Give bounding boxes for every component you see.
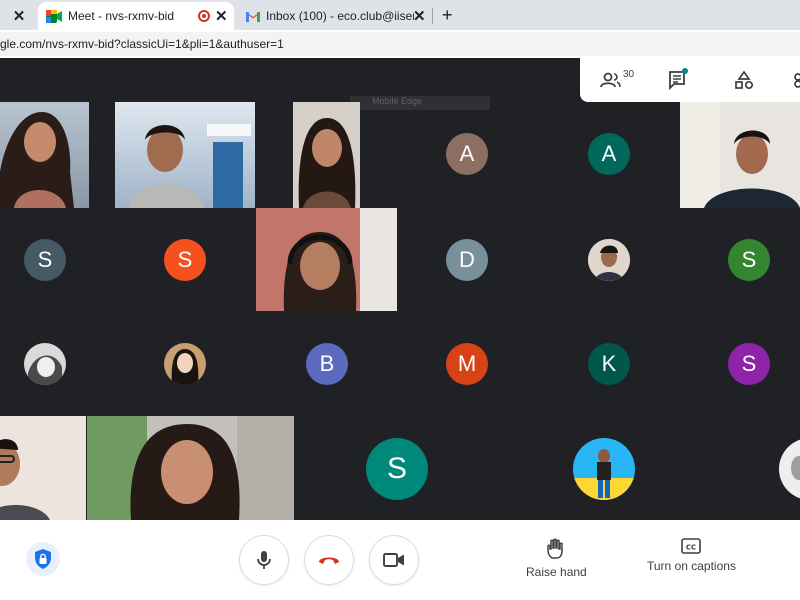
captions-label: Turn on captions [647,559,736,573]
person-video-feed [0,112,74,208]
activities-button[interactable] [734,68,754,92]
new-tab-button[interactable]: + [442,5,453,26]
avatar-initial: S [386,452,407,485]
raise-hand-button[interactable]: Raise hand [526,538,587,579]
participant-avatar[interactable]: B [306,343,348,385]
person-video-feed [680,102,800,208]
gmail-icon [246,11,260,22]
tab-previous[interactable]: ✕ [0,2,38,30]
participant-avatar[interactable]: D [446,239,488,281]
avatar-initial: A [601,141,617,166]
avatar-initial: S [37,247,53,272]
close-tab-icon[interactable]: ✕ [413,7,426,25]
participant-photo-avatar[interactable] [588,239,630,281]
participant-avatar[interactable]: S [164,239,206,281]
address-bar: gle.com/nvs-rxmv-bid?classicUi=1&pli=1&a… [0,30,800,56]
participant-avatar[interactable]: S [728,239,770,281]
recording-icon [198,10,210,22]
avatar-initial: K [601,351,617,376]
shield-lock-icon [35,549,51,569]
google-meet-icon [46,9,62,23]
profile-photo [573,438,635,500]
closed-captions-icon: CC [681,538,702,554]
participant-avatar[interactable]: K [588,343,630,385]
call-controls-bar: Raise hand CC Turn on captions [0,520,800,600]
tab-inbox[interactable]: Inbox (100) - eco.club@iiserbpr.a ✕ [240,2,432,30]
raise-hand-label: Raise hand [526,565,587,579]
avatar-initial: B [319,351,335,376]
tab-divider [432,8,433,24]
video-camera-icon [383,553,404,567]
participant-video[interactable] [115,102,255,208]
profile-photo [24,343,66,385]
participant-photo-avatar[interactable] [573,438,635,500]
participant-photo-avatar[interactable] [779,438,800,500]
participant-avatar[interactable]: S [24,239,66,281]
people-button[interactable]: 30 [600,68,635,92]
url-field[interactable]: gle.com/nvs-rxmv-bid?classicUi=1&pli=1&a… [0,32,800,56]
participant-avatar[interactable]: A [446,133,488,175]
chat-button[interactable] [668,68,688,92]
participant-avatar[interactable]: M [446,343,488,385]
tab-meet[interactable]: Meet - nvs-rxmv-bid ✕ [38,2,234,30]
profile-photo [588,239,630,281]
avatar-initial: A [459,141,475,166]
avatar-initial: S [741,351,757,376]
meeting-safety-button[interactable] [26,542,60,576]
leave-call-button[interactable] [304,535,354,585]
person-video-feed [129,124,251,208]
participant-photo-avatar[interactable] [164,343,206,385]
meeting-actions-panel: 30 [580,58,800,102]
camera-button[interactable] [369,535,419,585]
captions-icon-text: CC [686,544,696,552]
person-video-feed [256,208,397,311]
participant-video[interactable] [87,416,294,520]
participant-video-active-speaker[interactable] [256,208,397,311]
participant-photo-avatar[interactable] [24,343,66,385]
avatar-initial: M [457,351,477,376]
activities-icon [735,70,754,90]
participant-video[interactable] [680,102,800,208]
faded-tooltip: Mobile Edge [350,96,490,110]
host-controls-button[interactable] [790,68,800,92]
profile-photo [779,438,800,500]
lock-person-icon [794,73,800,88]
close-tab-icon[interactable]: ✕ [215,7,228,25]
participant-avatar[interactable]: A [588,133,630,175]
microphone-button[interactable] [239,535,289,585]
participant-avatar[interactable]: S [728,343,770,385]
person-video-feed [87,416,294,520]
person-video-feed [298,118,356,208]
participant-avatar[interactable]: S [366,438,428,500]
avatar-initial: D [459,247,475,272]
avatar-initial: S [177,247,193,272]
captions-button[interactable]: CC Turn on captions [647,538,736,573]
participant-video[interactable] [293,102,360,208]
tab-strip: ✕ Meet - nvs-rxmv-bid ✕ Inbox (100) - ec… [0,0,800,30]
participant-count: 30 [623,68,635,80]
tab-meet-title: Meet - nvs-rxmv-bid [68,9,175,23]
participant-video[interactable] [0,102,89,208]
close-tab-icon[interactable]: ✕ [13,7,26,25]
participant-video[interactable] [0,416,86,520]
avatar-initial: S [741,247,757,272]
tab-inbox-title: Inbox (100) - eco.club@iiserbpr.a [266,9,414,23]
unread-indicator [682,68,688,74]
person-video-feed [0,416,86,520]
microphone-icon [257,551,271,569]
meeting-grid: 30 Mobile Edge A A S S D S B M K S S [0,58,800,520]
hang-up-icon [319,557,339,564]
raise-hand-icon [547,538,564,559]
people-icon [600,72,621,88]
profile-photo [164,343,206,385]
